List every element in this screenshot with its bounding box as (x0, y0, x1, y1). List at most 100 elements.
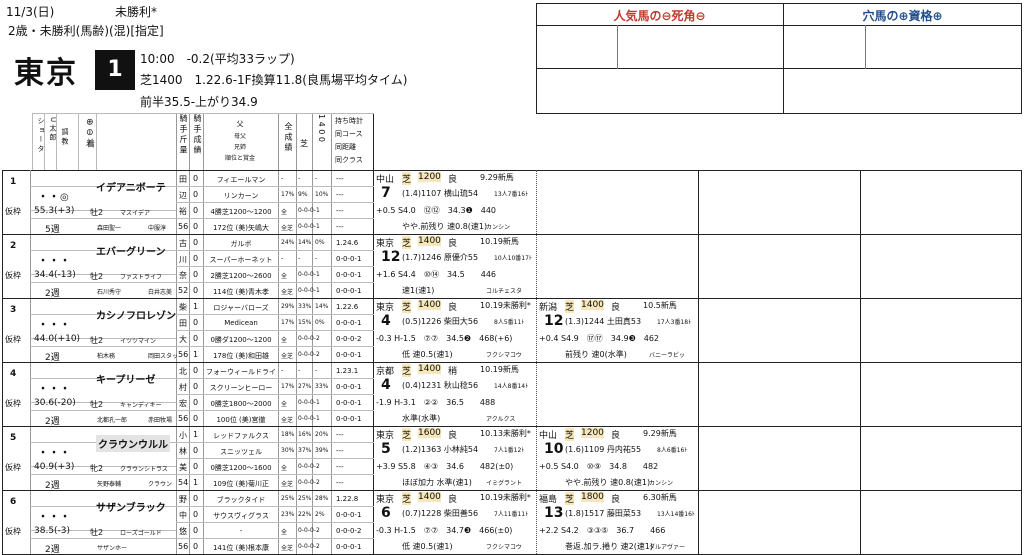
trainer: 森田聖一 (97, 225, 122, 232)
weeks: 5週 (45, 225, 60, 235)
dam-name: イツツマイン (120, 338, 157, 345)
pedigree-stat1: 全 (281, 401, 288, 408)
jockey-record: 0 (193, 270, 199, 279)
time-record: --- (336, 191, 344, 199)
horse-name: エバーグリーン (96, 247, 166, 258)
race-winner: フクシマコウ (486, 544, 522, 551)
pedigree-stat1: 全 (281, 273, 288, 280)
jockey-record: 0 (193, 446, 199, 455)
pedigree-stat1: 全 (281, 209, 288, 216)
race-split: -1.9 H-3.1 ②② 36.5 488 (376, 398, 496, 407)
race-surface: 芝 (402, 428, 412, 441)
jockey-char: 美 (179, 463, 187, 472)
time-record: 0-0-0-1 (336, 383, 362, 391)
pedigree-stat2: - (298, 175, 301, 182)
pedigree-stat2: 0-0-0-1 (298, 399, 320, 406)
pedigree-name: リンカーン (223, 192, 259, 200)
pedigree-stat1: 29% (281, 303, 295, 310)
race-date-class: 9.29新馬 (480, 173, 514, 182)
pedigree-stat3: 33% (315, 383, 329, 390)
time-record: 0-0-0-1 (336, 543, 362, 551)
pedigree-name: レッドファルクス (213, 432, 269, 440)
race-distance: 1200 (581, 428, 604, 438)
race-winner: フクシマコウ (486, 352, 522, 359)
race-class: 未勝利* (115, 5, 158, 19)
prediction-marks: ・・・ (38, 320, 71, 331)
pedigree-name: 141位 (美)根本康 (212, 544, 270, 552)
pedigree-stat2: 0-0-0-2 (298, 351, 320, 358)
pedigree-name: 0勝芝1200〜1600 (210, 464, 272, 472)
race-surface: 芝 (402, 172, 412, 185)
rating: 38.5(-3) (34, 526, 71, 536)
time-record: --- (336, 207, 344, 215)
pedigree-stat1: 30% (281, 447, 295, 454)
jockey-record: 0 (193, 254, 199, 263)
race-going: 良 (448, 303, 458, 313)
trainer: 石川秀守 (97, 289, 122, 296)
pedigree-stat3: 14% (315, 303, 329, 310)
jockey-record: 0 (193, 222, 199, 231)
jockey-char: 柴 (179, 303, 187, 312)
race-draw: 10人10番17ﾄ (494, 255, 532, 262)
col-turf: 芝 (300, 139, 308, 148)
sex-age: 牡2 (90, 336, 104, 345)
race-draw: 7人11番11ﾄ (494, 511, 529, 518)
jockey-record: 0 (193, 382, 199, 391)
col-jockey-record: 騎 手 成 績 (193, 114, 202, 154)
weeks: 2週 (45, 545, 60, 555)
race-going: 良 (448, 239, 458, 249)
race-date-class: 10.13未勝利* (480, 429, 531, 438)
col-plusminus: ⊕ ⊖ 着 (84, 118, 94, 148)
time-record: --- (336, 175, 344, 183)
jockey-record: 0 (193, 190, 199, 199)
prediction-marks: ・・・ (38, 256, 71, 267)
pedigree-name: 100位 (美)宮徹 (216, 416, 266, 424)
jockey-record: 1 (193, 430, 199, 439)
notes-right-title: 穴馬の⊕資格⊕ (862, 9, 943, 23)
race-comment: ほぼ加力 水準(速1) (402, 478, 472, 487)
time-record: 1.24.6 (336, 239, 359, 247)
prediction-marks: ・・・ (38, 448, 71, 459)
venue-title: 東京 (14, 56, 78, 91)
pedigree-stat1: - (281, 367, 284, 374)
pedigree-name: - (239, 527, 243, 535)
pedigree-name: 0勝芝1800〜2000 (210, 400, 272, 408)
race-distance: 1600 (418, 428, 441, 438)
jockey-weight: 54 (178, 478, 189, 487)
pedigree-stat1: 全 (281, 465, 288, 472)
time-record: 0-0-0-2 (336, 527, 362, 535)
jockey-record: 0 (193, 238, 199, 247)
finish-position: 10 (544, 441, 564, 457)
prediction-marks: ・・◎ (38, 192, 70, 203)
pedigree-stat1: 全 (281, 337, 288, 344)
frame-label: 仮枠 (5, 527, 21, 536)
horse-number: 4 (10, 369, 17, 379)
pedigree-stat1: 23% (281, 511, 295, 518)
pedigree-name: 2勝芝1200〜2600 (210, 272, 272, 280)
pedigree-stat3: - (315, 367, 318, 374)
col-same-course: 同コース (335, 130, 363, 138)
race-distance: 1400 (418, 364, 441, 374)
race-comment: やや.前残り 速0.8(速1) (402, 222, 488, 231)
horse-number: 1 (10, 177, 17, 187)
pedigree-stat2: 0-0-0-1 (298, 271, 320, 278)
jockey-record: 1 (193, 350, 199, 359)
horse-number: 5 (10, 433, 17, 443)
time-record: 1.22.6 (336, 303, 359, 311)
pedigree-stat1: 全芝 (281, 545, 294, 552)
pedigree-stat3: 20% (315, 431, 329, 438)
race-date-class: 10.5新馬 (643, 301, 677, 310)
race-distance: 1200 (418, 172, 441, 182)
jockey-record: 0 (193, 398, 199, 407)
race-comment: 速1(速1) (402, 286, 435, 295)
race-comment: 低 速0.5(速1) (402, 542, 453, 551)
sex-age: 牡2 (90, 208, 104, 217)
time-record: 1.23.1 (336, 367, 359, 375)
horse-name: クラウンウルル (96, 435, 170, 452)
time-record: 0-0-0-1 (336, 351, 362, 359)
jockey-char: 田 (179, 319, 187, 328)
notes-left-title: 人気馬の⊖死角⊖ (613, 9, 706, 23)
pedigree-name: フォーウィールドライブ (206, 368, 276, 376)
race-venue: 中山 (376, 175, 395, 185)
race-venue: 福島 (539, 495, 558, 505)
